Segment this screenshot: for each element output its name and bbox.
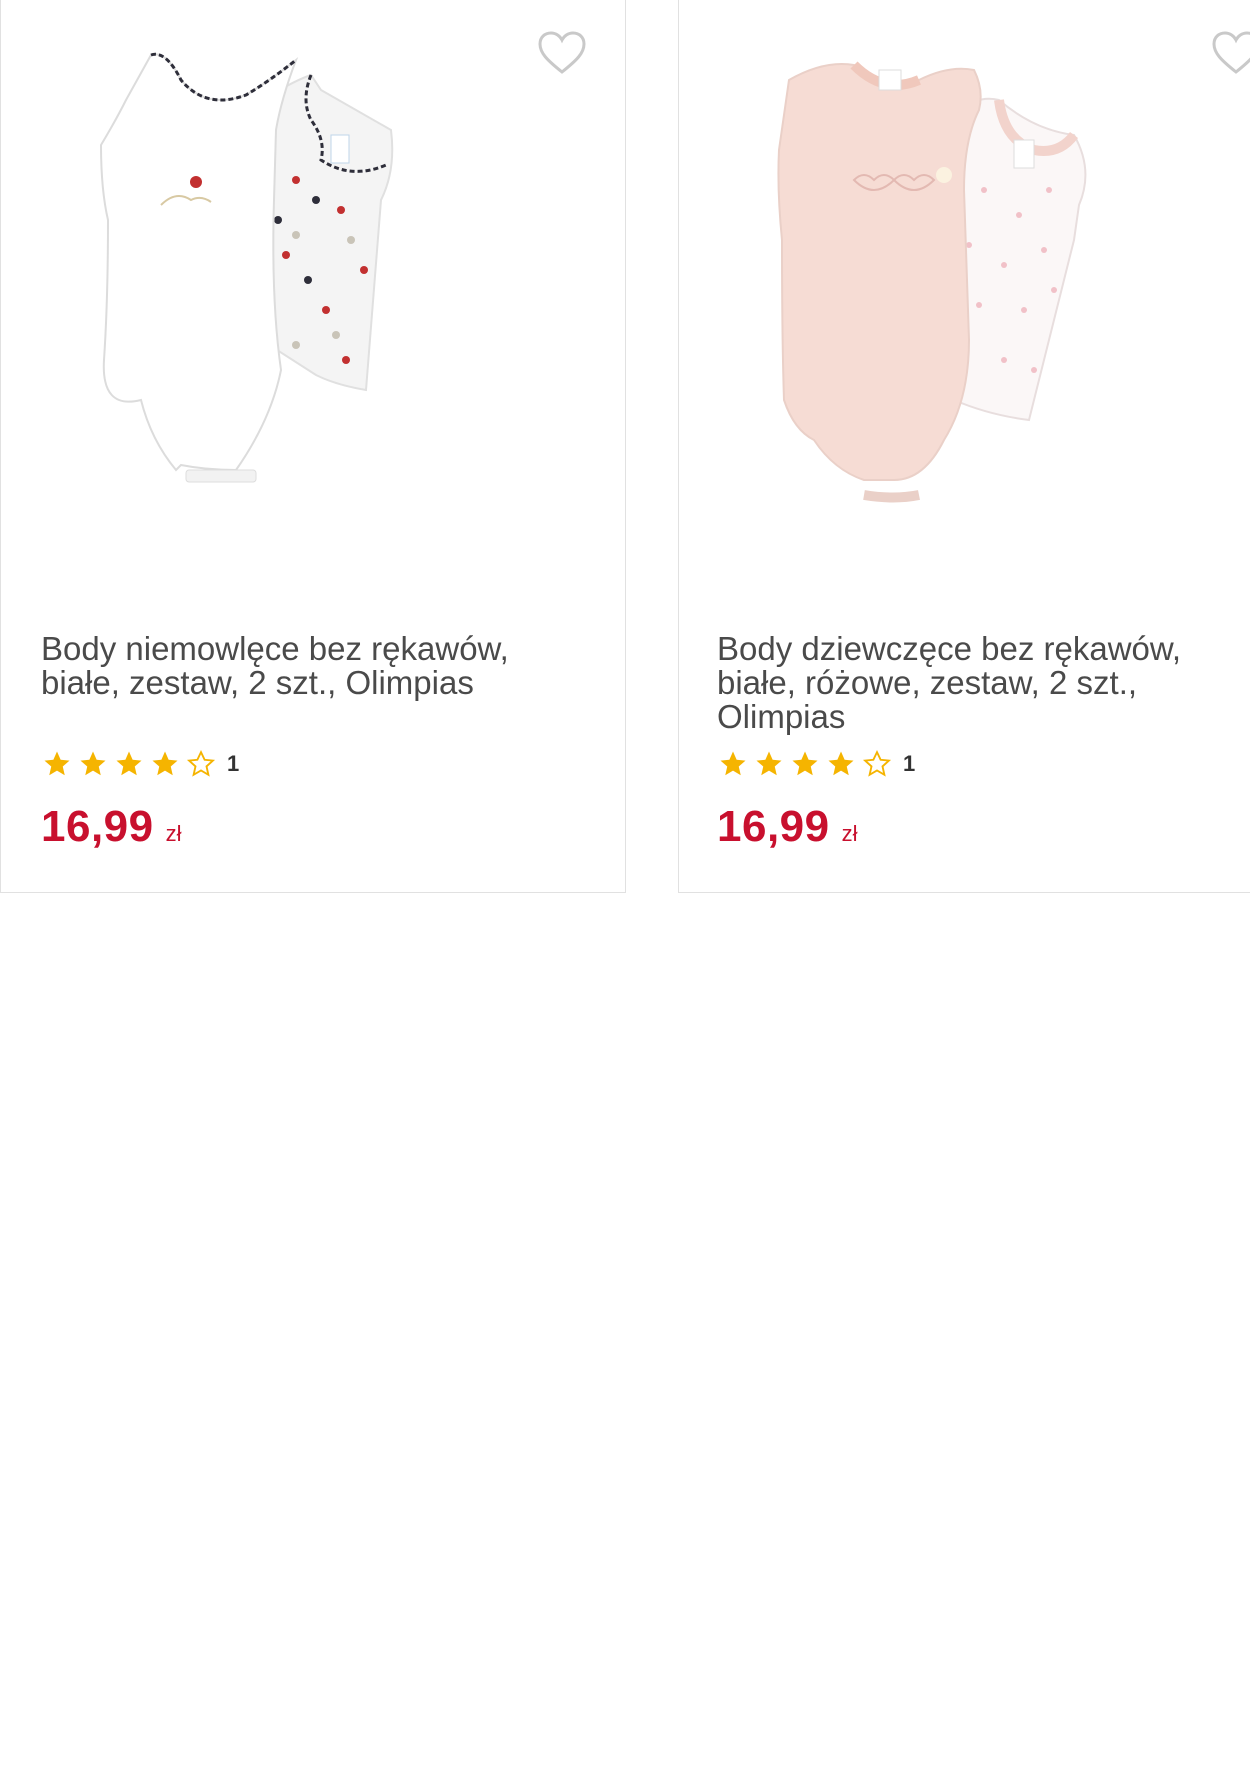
star-filled-icon [792, 751, 818, 776]
price-value: 16,99 [717, 802, 830, 851]
product-price: 16,99 zł [717, 802, 858, 852]
product-title[interactable]: Body dziewczęce bez rękawów, białe, różo… [717, 632, 1237, 734]
price-value: 16,99 [41, 802, 154, 851]
star-filled-icon [44, 751, 70, 776]
favorite-heart-icon[interactable] [1211, 30, 1250, 76]
star-filled-icon [152, 751, 178, 776]
star-filled-icon [756, 751, 782, 776]
star-filled-icon [80, 751, 106, 776]
price-currency: zł [841, 821, 858, 846]
star-filled-icon [828, 751, 854, 776]
product-image[interactable] [774, 40, 1214, 580]
main-bodysuit-pink [777, 61, 982, 503]
star-empty-icon [186, 749, 216, 777]
product-price: 16,99 zł [41, 802, 182, 852]
product-title[interactable]: Body niemowlęce bez rękawów, białe, zest… [41, 632, 561, 700]
review-count: 1 [903, 751, 916, 776]
star-filled-icon [720, 751, 746, 776]
product-image[interactable] [96, 40, 536, 580]
product-rating: 1 [41, 748, 239, 780]
favorite-heart-icon[interactable] [537, 30, 587, 76]
product-rating: 1 [717, 748, 915, 780]
price-currency: zł [165, 821, 182, 846]
review-count: 1 [227, 751, 240, 776]
product-card[interactable]: Body dziewczęce bez rękawów, białe, różo… [678, 0, 1250, 893]
product-card[interactable]: Body niemowlęce bez rękawów, białe, zest… [0, 0, 626, 893]
star-empty-icon [862, 749, 892, 777]
rating-stars [717, 749, 897, 779]
star-filled-icon [116, 751, 142, 776]
main-bodysuit-white [99, 52, 299, 483]
rating-stars [41, 749, 221, 779]
